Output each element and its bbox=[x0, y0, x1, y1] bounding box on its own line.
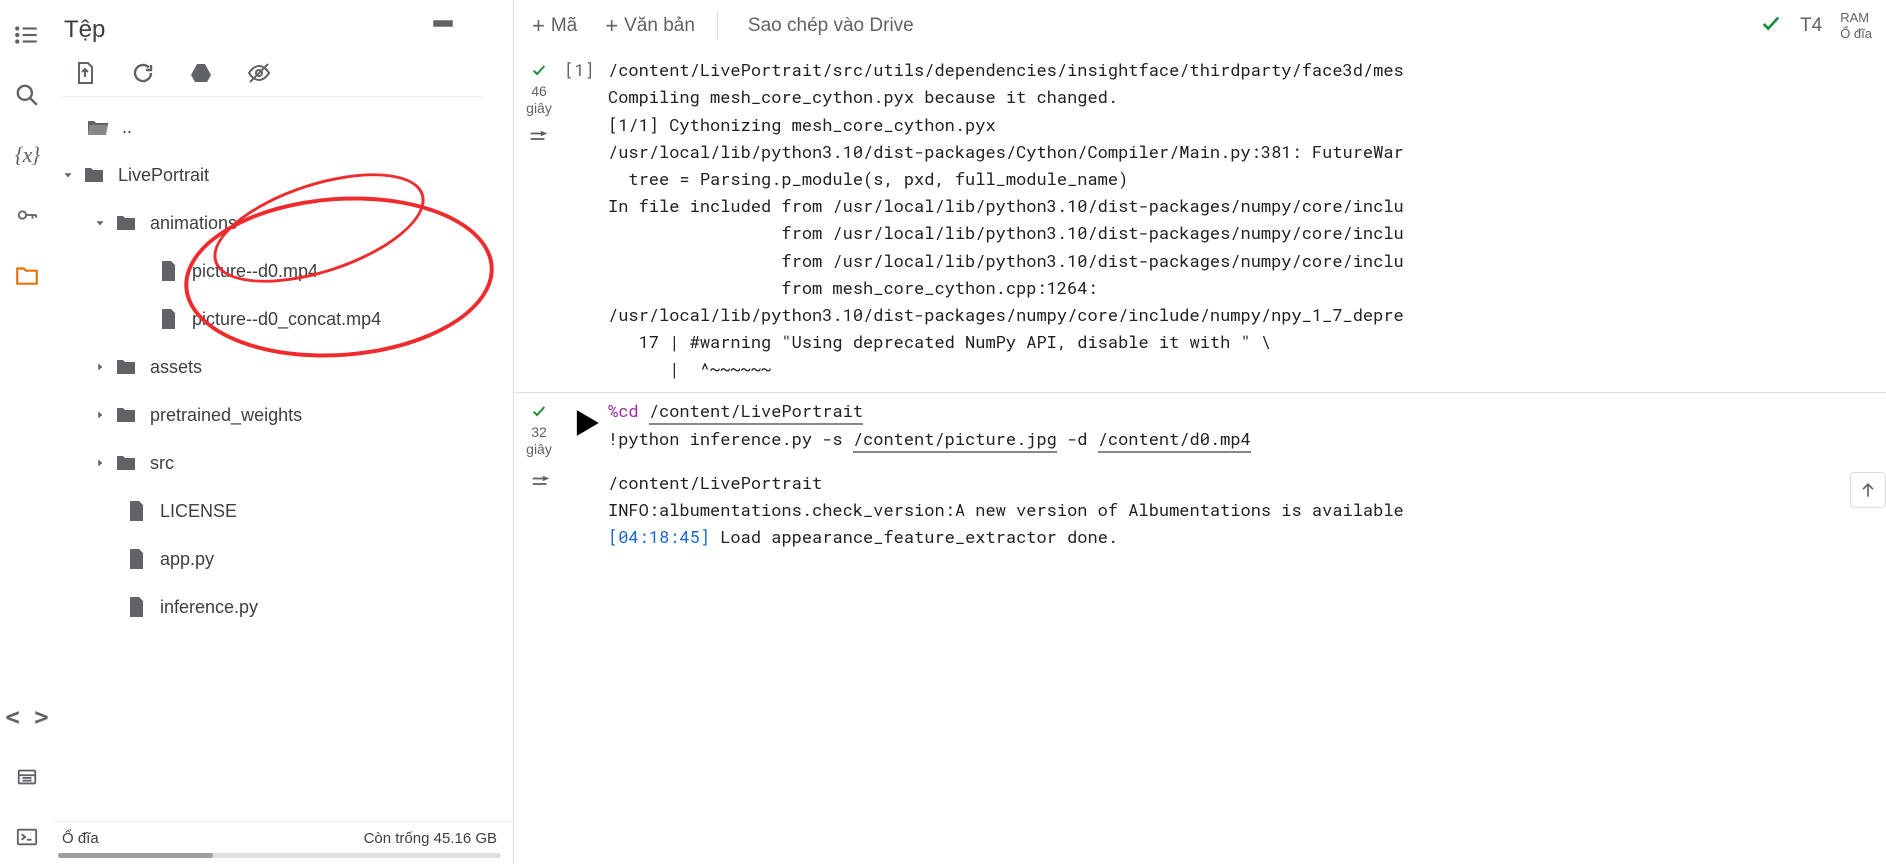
hidden-files-icon[interactable] bbox=[246, 60, 272, 86]
runtime-label[interactable]: T4 bbox=[1800, 15, 1822, 37]
copy-to-drive-button[interactable]: Sao chép vào Drive bbox=[748, 15, 914, 37]
terminal-icon[interactable] bbox=[14, 824, 40, 850]
file-tree[interactable]: .. LivePortrait animations picture--d0.m… bbox=[54, 97, 513, 821]
chevron-right-icon[interactable] bbox=[88, 456, 112, 470]
files-header: Tệp bbox=[54, 0, 513, 52]
check-icon bbox=[514, 403, 564, 424]
scroll-up-button[interactable] bbox=[1850, 472, 1886, 508]
tree-label: src bbox=[150, 453, 174, 474]
variables-icon[interactable]: {x} bbox=[14, 142, 40, 168]
toc-icon[interactable] bbox=[14, 22, 40, 48]
refresh-icon[interactable] bbox=[130, 60, 156, 86]
folder-open-icon bbox=[84, 113, 112, 141]
tree-label: animations bbox=[150, 213, 237, 234]
cell-time: 32 bbox=[514, 424, 564, 442]
folder-icon bbox=[80, 161, 108, 189]
cell-1: 46 giây [1] /content/LivePortrait/src/ut… bbox=[514, 52, 1886, 386]
cell-prompt: [1] bbox=[564, 56, 608, 382]
tree-label: picture--d0.mp4 bbox=[192, 261, 318, 282]
tree-file[interactable]: inference.py bbox=[54, 583, 513, 631]
scratchpad-icon[interactable] bbox=[14, 764, 40, 790]
tree-label: picture--d0_concat.mp4 bbox=[192, 309, 381, 330]
add-text-button[interactable]: +Văn bản bbox=[605, 15, 695, 37]
notebook-toolbar: +Mã +Văn bản Sao chép vào Drive T4 RAMỔ … bbox=[514, 0, 1886, 52]
file-icon bbox=[154, 257, 182, 285]
output-toggle-icon[interactable] bbox=[514, 128, 564, 155]
files-icon[interactable] bbox=[14, 262, 40, 288]
cell-2-output: /content/LivePortrait INFO:albumentation… bbox=[514, 463, 1886, 551]
tree-label: pretrained_weights bbox=[150, 405, 302, 426]
output-text[interactable]: /content/LivePortrait INFO:albumentation… bbox=[608, 469, 1886, 551]
tree-label: LivePortrait bbox=[118, 165, 209, 186]
tree-file[interactable]: app.py bbox=[54, 535, 513, 583]
files-title: Tệp bbox=[64, 16, 419, 44]
chevron-down-icon[interactable] bbox=[56, 168, 80, 182]
folder-icon bbox=[112, 401, 140, 429]
tree-folder-pretrained[interactable]: pretrained_weights bbox=[54, 391, 513, 439]
cell-output[interactable]: /content/LivePortrait/src/utils/dependen… bbox=[608, 56, 1886, 382]
check-icon bbox=[1760, 12, 1782, 40]
cell-code[interactable]: %cd /content/LivePortrait !python infere… bbox=[608, 397, 1886, 459]
search-icon[interactable] bbox=[14, 82, 40, 108]
tree-folder-animations[interactable]: animations bbox=[54, 199, 513, 247]
files-panel: Tệp .. bbox=[54, 0, 514, 864]
cell-time-unit: giây bbox=[514, 441, 564, 459]
disk-label: Ổ đĩa bbox=[62, 830, 99, 847]
add-code-button[interactable]: +Mã bbox=[532, 15, 577, 37]
tree-label: assets bbox=[150, 357, 202, 378]
run-button[interactable] bbox=[564, 401, 608, 450]
disk-bar bbox=[58, 853, 501, 858]
file-icon bbox=[122, 593, 150, 621]
upload-icon[interactable] bbox=[72, 60, 98, 86]
tree-folder-assets[interactable]: assets bbox=[54, 343, 513, 391]
files-toolbar bbox=[60, 52, 483, 97]
cell-gutter[interactable]: 32 giây bbox=[514, 397, 564, 459]
secrets-icon[interactable] bbox=[14, 202, 40, 228]
file-icon bbox=[122, 545, 150, 573]
tree-file[interactable]: picture--d0.mp4 bbox=[54, 247, 513, 295]
file-icon bbox=[122, 497, 150, 525]
disk-usage: Ổ đĩa Còn trống 45.16 GB bbox=[54, 821, 513, 864]
left-rail: {x} < > bbox=[0, 0, 54, 864]
cell-gutter[interactable]: 46 giây bbox=[514, 56, 564, 382]
close-icon[interactable] bbox=[467, 16, 495, 44]
folder-icon bbox=[112, 449, 140, 477]
code-snippets-icon[interactable]: < > bbox=[14, 704, 40, 730]
tree-label: .. bbox=[122, 117, 132, 138]
mount-drive-icon[interactable] bbox=[188, 60, 214, 86]
chevron-right-icon[interactable] bbox=[88, 360, 112, 374]
cell-time-unit: giây bbox=[514, 100, 564, 118]
tree-file[interactable]: LICENSE bbox=[54, 487, 513, 535]
cell-time: 46 bbox=[514, 83, 564, 101]
tree-folder-root[interactable]: LivePortrait bbox=[54, 151, 513, 199]
tree-folder-src[interactable]: src bbox=[54, 439, 513, 487]
chevron-right-icon[interactable] bbox=[88, 408, 112, 422]
chevron-down-icon[interactable] bbox=[88, 216, 112, 230]
notebook-main: +Mã +Văn bản Sao chép vào Drive T4 RAMỔ … bbox=[514, 0, 1886, 864]
tree-label: LICENSE bbox=[160, 501, 237, 522]
output-toggle-icon[interactable] bbox=[514, 469, 564, 551]
file-icon bbox=[154, 305, 182, 333]
cell-2: 32 giây %cd /content/LivePortrait !pytho… bbox=[514, 392, 1886, 463]
check-icon bbox=[514, 62, 564, 83]
resource-indicator[interactable]: RAMỔ đĩa bbox=[1840, 10, 1872, 41]
new-window-icon[interactable] bbox=[429, 16, 457, 44]
tree-label: inference.py bbox=[160, 597, 258, 618]
folder-icon bbox=[112, 353, 140, 381]
folder-icon bbox=[112, 209, 140, 237]
tree-parent-dir[interactable]: .. bbox=[54, 103, 513, 151]
tree-file[interactable]: picture--d0_concat.mp4 bbox=[54, 295, 513, 343]
disk-free: Còn trống 45.16 GB bbox=[364, 830, 497, 847]
separator bbox=[717, 12, 718, 40]
cells-container[interactable]: 46 giây [1] /content/LivePortrait/src/ut… bbox=[514, 52, 1886, 864]
tree-label: app.py bbox=[160, 549, 214, 570]
